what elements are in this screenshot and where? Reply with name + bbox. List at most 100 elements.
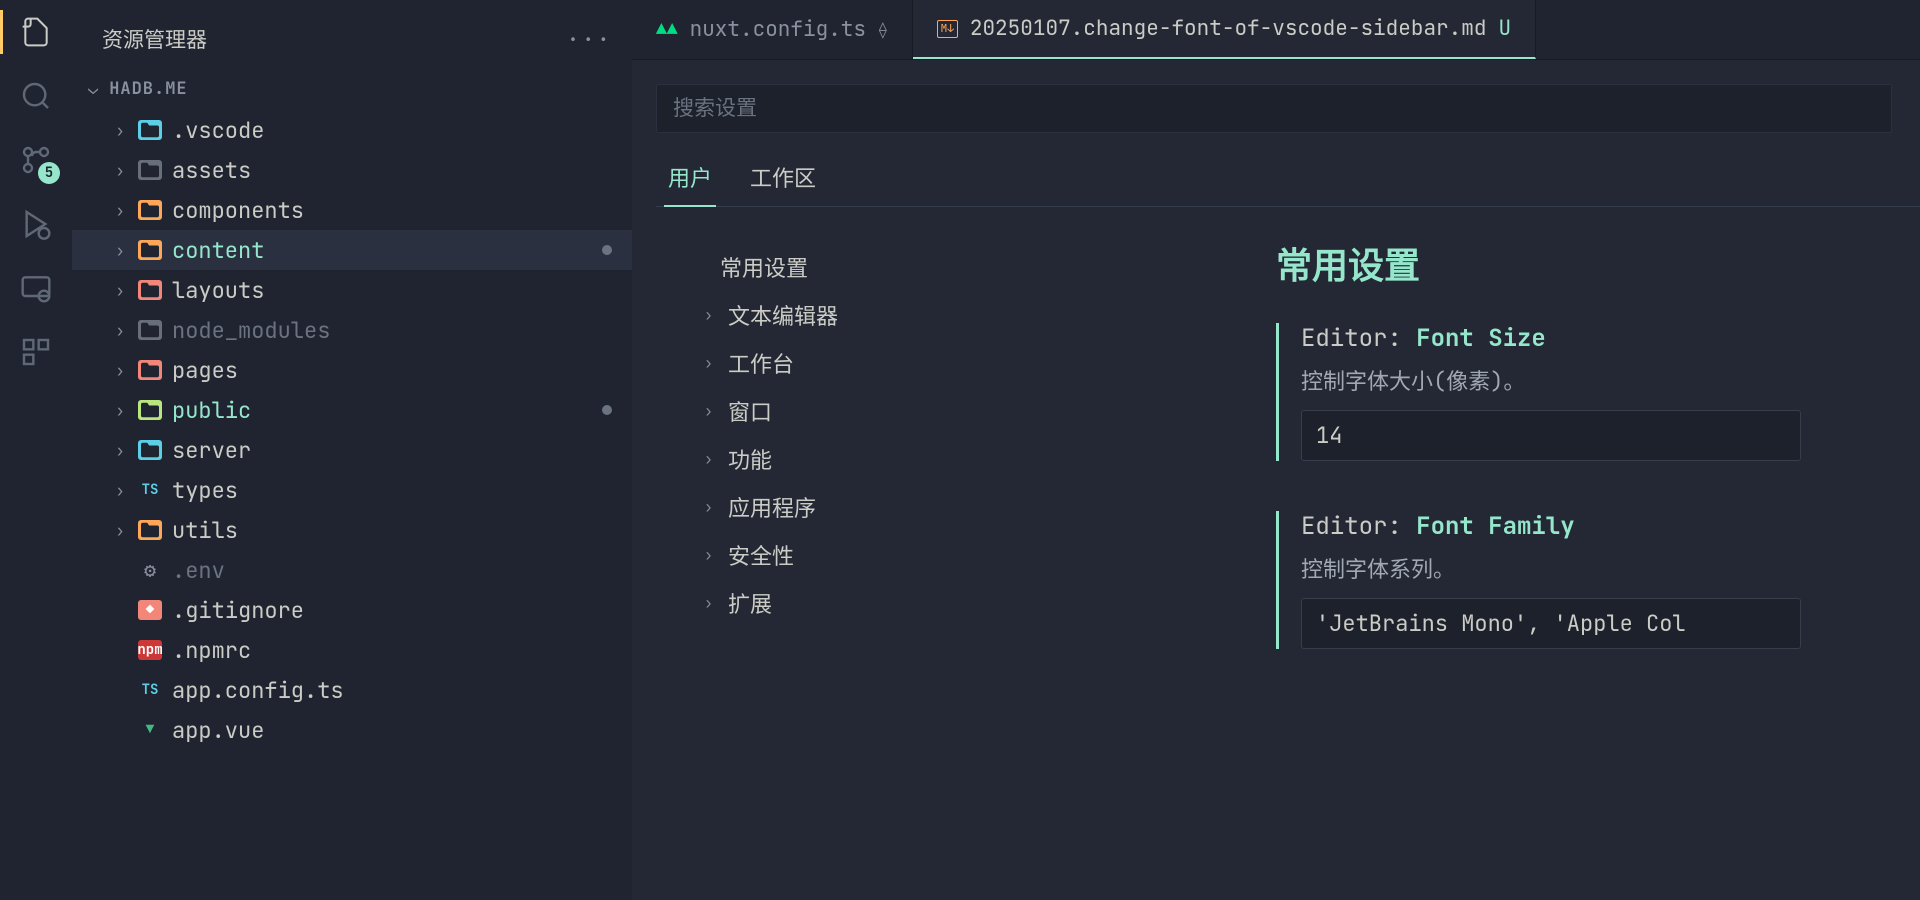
explorer-icon[interactable]	[18, 14, 54, 50]
toc-label: 文本编辑器	[728, 299, 838, 331]
folder-orange-icon	[138, 200, 162, 220]
explorer-sidebar: 资源管理器 ··· ⌄ HADB.ME ›.vscode›assets›comp…	[72, 0, 632, 900]
chevron-right-icon: ›	[112, 280, 128, 301]
toc-label: 功能	[728, 443, 772, 475]
ts-icon: TS	[138, 480, 162, 500]
toc-item[interactable]: ›安全性	[676, 531, 1246, 579]
settings-search-input[interactable]	[656, 84, 1892, 133]
tab-status: U	[1498, 15, 1511, 42]
toc-item[interactable]: › 窗口	[676, 387, 1246, 435]
toc-label: 安全性	[728, 539, 794, 571]
source-control-icon[interactable]: 5	[18, 142, 54, 178]
tree-item[interactable]: ›content	[72, 230, 632, 270]
tree-item-label: server	[172, 436, 612, 465]
tab-workspace[interactable]: 工作区	[746, 151, 820, 206]
chevron-right-icon: ›	[112, 440, 128, 461]
setting-input[interactable]	[1301, 410, 1801, 461]
setting-input[interactable]	[1301, 598, 1801, 649]
chevron-right-icon: ›	[112, 400, 128, 421]
toc-label: 扩展	[728, 587, 772, 619]
tree-item[interactable]: ›.vscode	[72, 110, 632, 150]
tree-item[interactable]: ›assets	[72, 150, 632, 190]
tree-item[interactable]: ›node_modules	[72, 310, 632, 350]
tree-item[interactable]: ▼app.vue	[72, 710, 632, 750]
tree-item[interactable]: ›TStypes	[72, 470, 632, 510]
modified-dot-icon	[602, 245, 612, 255]
search-icon[interactable]	[18, 78, 54, 114]
chevron-right-icon: ›	[112, 160, 128, 181]
nuxt-icon: ▲▲	[656, 18, 678, 41]
editor-tab[interactable]: ▲▲nuxt.config.ts⟠	[632, 0, 913, 59]
folder-gray-icon	[138, 320, 162, 340]
gear-icon: ⚙	[138, 560, 162, 580]
chevron-right-icon: ›	[112, 520, 128, 541]
tree-item-label: .env	[172, 556, 612, 585]
folder-orange-icon	[138, 520, 162, 540]
toc-item[interactable]: › 文本编辑器	[676, 291, 1246, 339]
chevron-down-icon: ⌄	[88, 78, 99, 100]
settings-toc: 常用设置›文本编辑器›工作台›窗口›功能›应用程序›安全性›扩展	[656, 227, 1266, 900]
chevron-right-icon: ›	[112, 240, 128, 261]
tree-item-label: components	[172, 196, 612, 225]
remote-icon[interactable]	[18, 270, 54, 306]
chevron-right-icon: ›	[112, 320, 128, 341]
tree-item[interactable]: › server	[72, 430, 632, 470]
toc-item[interactable]: ›工作台	[676, 339, 1246, 387]
project-name: HADB.ME	[109, 78, 187, 100]
tab-user[interactable]: 用户	[664, 151, 716, 207]
setting-description: 控制字体大小(像素)。	[1301, 364, 1920, 396]
git-icon: ◆	[138, 600, 162, 620]
sidebar-more-icon[interactable]: ···	[566, 25, 612, 54]
tree-item[interactable]: npm .npmrc	[72, 630, 632, 670]
settings-scope-tabs: 用户 工作区	[656, 151, 1920, 207]
tree-item-label: types	[172, 476, 612, 505]
tree-item[interactable]: ›pages	[72, 350, 632, 390]
toc-item[interactable]: ›应用程序	[676, 483, 1246, 531]
run-debug-icon[interactable]	[18, 206, 54, 242]
folder-orange-icon	[138, 240, 162, 260]
editor-tabs: ▲▲nuxt.config.ts⟠ M↓ 20250107.change-font-…	[632, 0, 1920, 60]
tree-item[interactable]: TSapp.config.ts	[72, 670, 632, 710]
tree-item-label: pages	[172, 356, 612, 385]
npm-icon: npm	[138, 640, 162, 660]
tree-item[interactable]: ◆ .gitignore	[72, 590, 632, 630]
toc-item[interactable]: 常用设置	[676, 243, 1246, 291]
chevron-right-icon: ›	[112, 200, 128, 221]
folder-red-icon	[138, 360, 162, 380]
ts-icon: TS	[138, 680, 162, 700]
toc-item[interactable]: ›扩展	[676, 579, 1246, 627]
pin-icon[interactable]: ⟠	[878, 19, 888, 40]
editor-tab[interactable]: M↓ 20250107.change-font-of-vscode-sidebar…	[913, 0, 1536, 59]
activity-bar: 5	[0, 0, 72, 900]
setting-key: Editor: Font Family	[1301, 511, 1920, 542]
tree-item[interactable]: › layouts	[72, 270, 632, 310]
tree-item-label: layouts	[172, 276, 612, 305]
setting-description: 控制字体系列。	[1301, 552, 1920, 584]
chevron-right-icon: ›	[112, 120, 128, 141]
vue-icon: ▼	[138, 720, 162, 740]
tree-item-label: public	[172, 396, 592, 425]
tree-item[interactable]: › public	[72, 390, 632, 430]
markdown-icon: M↓	[937, 20, 958, 38]
folder-blue-icon	[138, 440, 162, 460]
tree-item[interactable]: › components	[72, 190, 632, 230]
chevron-right-icon: ›	[704, 305, 718, 325]
file-tree: ›.vscode›assets›components›content›layou…	[72, 110, 632, 900]
tree-item-label: .npmrc	[172, 636, 612, 665]
project-header[interactable]: ⌄ HADB.ME	[72, 72, 632, 110]
tab-label: 20250107.change-font-of-vscode-sidebar.m…	[970, 15, 1487, 42]
toc-label: 窗口	[728, 395, 772, 427]
tree-item[interactable]: ⚙ .env	[72, 550, 632, 590]
sidebar-header: 资源管理器 ···	[72, 14, 632, 72]
setting-block: Editor: Font Size控制字体大小(像素)。	[1276, 323, 1920, 461]
chevron-right-icon: ›	[704, 401, 718, 421]
tree-item-label: .gitignore	[172, 596, 612, 625]
tree-item-label: utils	[172, 516, 612, 545]
settings-editor: 用户 工作区 常用设置›文本编辑器›工作台›窗口›功能›应用程序›安全性›扩展 …	[632, 60, 1920, 900]
chevron-right-icon: ›	[704, 353, 718, 373]
chevron-right-icon: ›	[704, 497, 718, 517]
extensions-icon[interactable]	[18, 334, 54, 370]
tree-item[interactable]: › utils	[72, 510, 632, 550]
sidebar-title: 资源管理器	[102, 24, 207, 54]
toc-item[interactable]: ›功能	[676, 435, 1246, 483]
